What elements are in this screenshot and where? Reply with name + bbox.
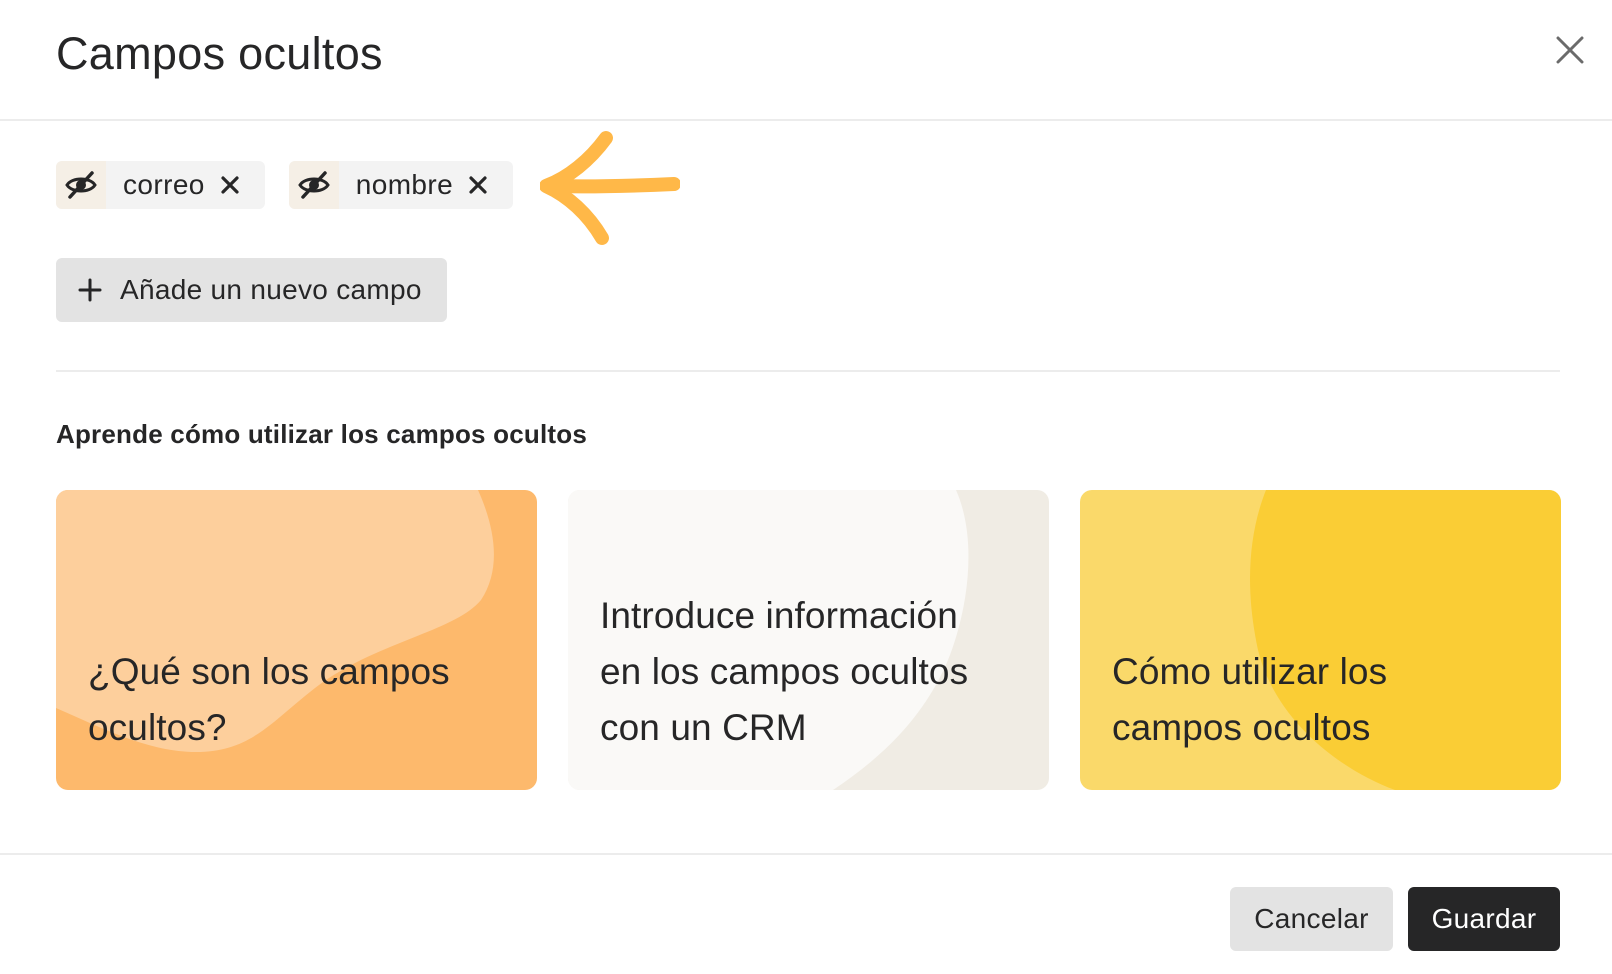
save-button[interactable]: Guardar [1408, 887, 1560, 951]
modal-footer: Cancelar Guardar [0, 853, 1612, 974]
learn-section-title: Aprende cómo utilizar los campos ocultos [56, 419, 587, 449]
learn-card-text: Cómo utilizar los campos ocultos [1112, 651, 1388, 748]
hidden-field-tag: correo [56, 161, 265, 209]
remove-field-button[interactable] [221, 161, 265, 209]
add-field-button[interactable]: Añade un nuevo campo [56, 258, 447, 322]
hidden-fields-modal: Campos ocultos correo nombre Añade un nu… [0, 0, 1612, 974]
modal-title: Campos ocultos [56, 28, 383, 79]
learn-card-what-are-hidden-fields[interactable]: ¿Qué son los campos ocultos? [56, 490, 537, 790]
learn-card-text: ¿Qué son los campos ocultos? [88, 651, 450, 748]
hidden-fields-list: correo nombre [56, 161, 514, 209]
hidden-field-tag: nombre [288, 161, 514, 209]
eye-slash-icon [288, 161, 339, 209]
add-field-label: Añade un nuevo campo [120, 274, 422, 305]
learn-card-how-to-use[interactable]: Cómo utilizar los campos ocultos [1080, 490, 1561, 790]
plus-icon [78, 278, 102, 302]
eye-slash-icon [56, 161, 106, 209]
close-icon [1556, 36, 1584, 64]
close-icon [221, 176, 239, 194]
cancel-button[interactable]: Cancelar [1230, 887, 1393, 951]
modal-header: Campos ocultos [0, 0, 1612, 121]
learn-card-text: Introduce información en los campos ocul… [600, 595, 969, 748]
section-divider [56, 370, 1560, 372]
hidden-field-label: nombre [355, 169, 454, 200]
remove-field-button[interactable] [469, 161, 513, 209]
learn-card-crm[interactable]: Introduce información en los campos ocul… [568, 490, 1049, 790]
close-icon [469, 176, 487, 194]
hidden-field-label: correo [123, 169, 205, 200]
close-button[interactable] [1548, 28, 1592, 72]
arrow-annotation-icon [540, 131, 680, 245]
